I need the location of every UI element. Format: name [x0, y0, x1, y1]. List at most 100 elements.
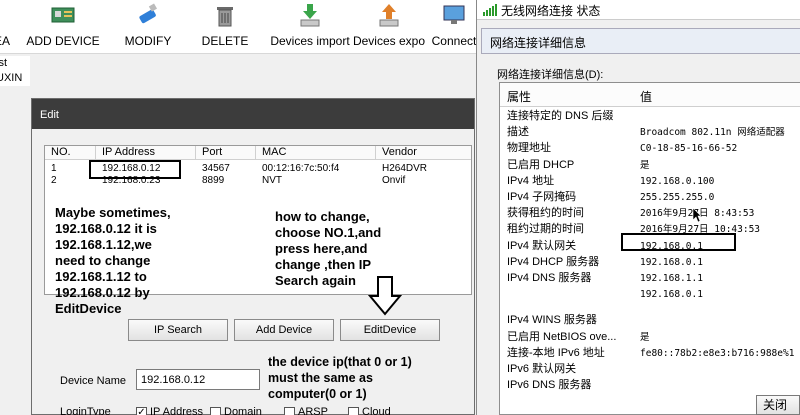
close-button[interactable]: 关闭 [756, 395, 800, 415]
toolbar-label: MODIFY [124, 34, 172, 48]
delete-button[interactable]: DELETE [200, 0, 250, 54]
export-arrow-icon [379, 4, 399, 27]
cell-no: 2 [51, 175, 57, 186]
value-cell: 是 [640, 331, 650, 343]
monitor-icon [443, 5, 465, 24]
cell-port: 34567 [202, 163, 230, 174]
property-cell: 已启用 DHCP [507, 158, 575, 171]
property-cell: 获得租约的时间 [507, 207, 584, 220]
cell-port: 8899 [202, 175, 225, 186]
details-row[interactable]: 物理地址 C0-18-85-16-66-52 [500, 141, 800, 156]
details-row[interactable]: IPv4 地址 192.168.0.100 [500, 174, 800, 189]
details-row[interactable]: 连接-本地 IPv6 地址 fe80::78b2:e8e3:b716:988e%1 [500, 346, 800, 361]
annotation-note-middle: how to change, choose NO.1,and press her… [275, 209, 445, 289]
column-header-property[interactable]: 属性 [507, 88, 531, 105]
login-cloud-checkbox[interactable] [348, 407, 359, 415]
add-device-dialog-button[interactable]: Add Device [234, 319, 334, 341]
tree-item[interactable]: List [0, 56, 30, 71]
column-header[interactable]: NO. [45, 146, 96, 160]
devices-import-button[interactable]: Devices import [268, 0, 352, 54]
details-row[interactable]: 192.168.0.1 [500, 287, 800, 302]
property-cell: 连接-本地 IPv6 地址 [507, 346, 605, 359]
mouse-cursor-icon [693, 208, 701, 222]
edit-device-button[interactable]: EditDevice [340, 319, 440, 341]
connect-button[interactable]: Connect [428, 0, 480, 54]
details-row[interactable]: 已启用 NetBIOS ove... 是 [500, 330, 800, 345]
details-row[interactable]: 已启用 DHCP 是 [500, 158, 800, 173]
login-ip-checkbox[interactable]: ✓ [136, 407, 147, 415]
details-row[interactable]: IPv4 WINS 服务器 [500, 313, 800, 328]
add-device-button[interactable]: ADD DEVICE [26, 0, 100, 54]
toolbar-label: Devices import [270, 34, 350, 48]
details-row[interactable]: 获得租约的时间 2016年9月27日 8:43:53 [500, 206, 800, 221]
trash-icon [217, 7, 233, 27]
value-cell: Broadcom 802.11n 网络适配器 [640, 127, 785, 139]
device-tree: List UXIN [0, 56, 30, 86]
note-line: Maybe sometimes, [55, 205, 171, 220]
toolbar-label: Devices expo [352, 34, 426, 48]
toolbar-label: EA [0, 34, 10, 48]
note-line: press here,and [275, 241, 368, 256]
annotation-note-bottom: the device ip(that 0 or 1) must the same… [268, 354, 473, 402]
note-line: need to change [55, 253, 151, 268]
property-cell: IPv4 DNS 服务器 [507, 272, 592, 284]
ip-search-button[interactable]: IP Search [128, 319, 228, 341]
value-cell: fe80::78b2:e8e3:b716:988e%1 [640, 347, 795, 359]
value-cell: 192.168.1.1 [640, 273, 703, 284]
login-type-label: LoginType [60, 406, 111, 415]
value-cell: C0-18-85-16-66-52 [640, 143, 738, 155]
toolbar-label: Connect [431, 34, 477, 48]
note-line: 192.168.1.12,we [55, 237, 152, 252]
annotation-note-left: Maybe sometimes, 192.168.0.12 it is 192.… [55, 205, 255, 317]
details-row[interactable]: IPv4 DNS 服务器 192.168.1.1 [500, 271, 800, 286]
down-arrow-icon [368, 276, 402, 316]
login-option-label: Domain [224, 406, 262, 415]
devices-export-button[interactable]: Devices expo [350, 0, 428, 54]
value-cell: 255.255.255.0 [640, 192, 715, 203]
device-name-label: Device Name [60, 375, 127, 387]
login-arsp-checkbox[interactable] [284, 407, 295, 415]
details-row[interactable]: IPv4 DHCP 服务器 192.168.0.1 [500, 255, 800, 270]
value-cell: 192.168.0.1 [640, 256, 703, 268]
status-title-text: 无线网络连接 状态 [501, 4, 601, 18]
details-dialog-title: 网络连接详细信息 [481, 28, 800, 54]
details-row[interactable]: 描述 Broadcom 802.11n 网络适配器 [500, 125, 800, 140]
note-line: how to change, [275, 209, 370, 224]
property-cell: IPv4 WINS 服务器 [507, 314, 597, 327]
note-line: change ,then IP [275, 257, 372, 272]
device-name-input[interactable] [136, 369, 260, 390]
details-list-label: 网络连接详细信息(D): [497, 69, 604, 81]
details-row[interactable]: 连接特定的 DNS 后缀 [500, 109, 800, 124]
property-cell: IPv6 默认网关 [507, 363, 577, 375]
details-row[interactable]: IPv6 默认网关 [500, 362, 800, 377]
details-row[interactable]: IPv4 子网掩码 255.255.255.0 [500, 190, 800, 205]
login-option-label: ARSP [298, 406, 328, 415]
column-header-value[interactable]: 值 [640, 88, 652, 105]
cell-mac: 00:12:16:7c:50:f4 [262, 163, 340, 174]
cell-vendor: Onvif [382, 175, 406, 186]
toolbar-label: DELETE [201, 34, 249, 48]
column-header[interactable]: Port [196, 146, 256, 160]
tree-item[interactable]: UXIN [0, 71, 30, 86]
toolbar-partial-button[interactable]: EA [0, 0, 14, 54]
column-header[interactable]: MAC [256, 146, 376, 160]
note-line: computer(0 or 1) [268, 387, 367, 401]
column-header[interactable]: Vendor [376, 146, 473, 160]
table-header: NO. IP Address Port MAC Vendor [45, 146, 471, 160]
dialog-title: Edit [32, 99, 474, 129]
toolbar-label: ADD DEVICE [26, 34, 100, 48]
highlight-box-gateway [621, 233, 736, 251]
value-cell: 是 [640, 159, 650, 171]
modify-button[interactable]: MODIFY [120, 0, 176, 54]
property-cell: IPv4 默认网关 [507, 239, 577, 252]
device-board-icon [51, 7, 75, 23]
property-cell: IPv4 子网掩码 [507, 191, 577, 203]
details-row[interactable]: IPv6 DNS 服务器 [500, 378, 800, 393]
note-line: must the same as [268, 371, 373, 385]
note-line: Search again [275, 273, 356, 288]
wifi-signal-icon [483, 4, 497, 16]
column-header[interactable]: IP Address [96, 146, 196, 160]
login-domain-checkbox[interactable] [210, 407, 221, 415]
login-option-label: IP Address [150, 406, 203, 415]
login-option-label: Cloud [362, 406, 391, 415]
